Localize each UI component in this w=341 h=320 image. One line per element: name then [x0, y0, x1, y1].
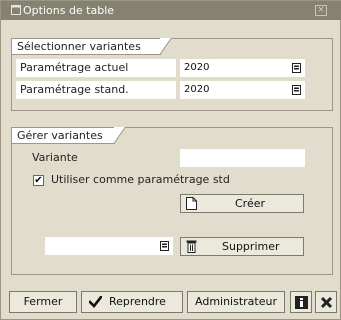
value-help-icon[interactable] [292, 63, 301, 73]
create-button-label: Créer [235, 197, 266, 210]
use-as-standard-label: Utiliser comme paramétrage std [51, 173, 230, 186]
value-help-icon[interactable] [160, 241, 169, 251]
delete-button[interactable]: Supprimer [180, 237, 304, 256]
manage-variants-title: Gérer variantes [17, 129, 103, 142]
close-icon[interactable]: × [315, 5, 327, 16]
info-button[interactable] [290, 291, 312, 313]
info-icon [295, 296, 308, 309]
standard-setting-label: Paramétrage stand. [16, 81, 176, 99]
select-variants-tab: Sélectionner variantes [11, 38, 172, 55]
variant-label: Variante [32, 151, 78, 164]
variant-delete-field[interactable] [45, 237, 173, 255]
close-button-label: Fermer [23, 295, 63, 308]
current-setting-field[interactable]: 2020 [180, 59, 305, 77]
standard-setting-field[interactable]: 2020 [180, 81, 305, 99]
table-options-dialog: Options de table × Sélectionner variante… [0, 0, 341, 320]
select-variants-title: Sélectionner variantes [17, 40, 141, 53]
administrator-button[interactable]: Administrateur [187, 291, 285, 313]
value-help-icon[interactable] [292, 85, 301, 95]
delete-button-label: Supprimer [222, 240, 280, 253]
dialog-icon [11, 5, 21, 15]
apply-button-label: Reprendre [109, 295, 166, 308]
new-document-icon [186, 197, 197, 210]
administrator-button-label: Administrateur [195, 295, 277, 308]
cancel-x-icon [320, 296, 333, 309]
checkmark-icon [89, 296, 102, 308]
trash-icon [186, 240, 197, 253]
manage-variants-group: Gérer variantes Variante ✔ Utiliser comm… [11, 127, 333, 275]
dialog-title: Options de table [23, 4, 115, 17]
standard-setting-value: 2020 [184, 84, 210, 95]
variant-name-input[interactable] [180, 149, 305, 167]
manage-variants-tab: Gérer variantes [11, 127, 126, 144]
cancel-button[interactable] [315, 291, 337, 313]
create-button[interactable]: Créer [180, 194, 304, 213]
apply-button[interactable]: Reprendre [81, 291, 183, 313]
select-variants-group: Sélectionner variantes Paramétrage actue… [11, 38, 333, 111]
current-setting-value: 2020 [184, 62, 210, 73]
current-setting-label: Paramétrage actuel [16, 59, 176, 77]
title-bar: Options de table × [1, 1, 341, 20]
close-button[interactable]: Fermer [9, 291, 77, 313]
use-as-standard-checkbox[interactable]: ✔ [33, 175, 44, 186]
